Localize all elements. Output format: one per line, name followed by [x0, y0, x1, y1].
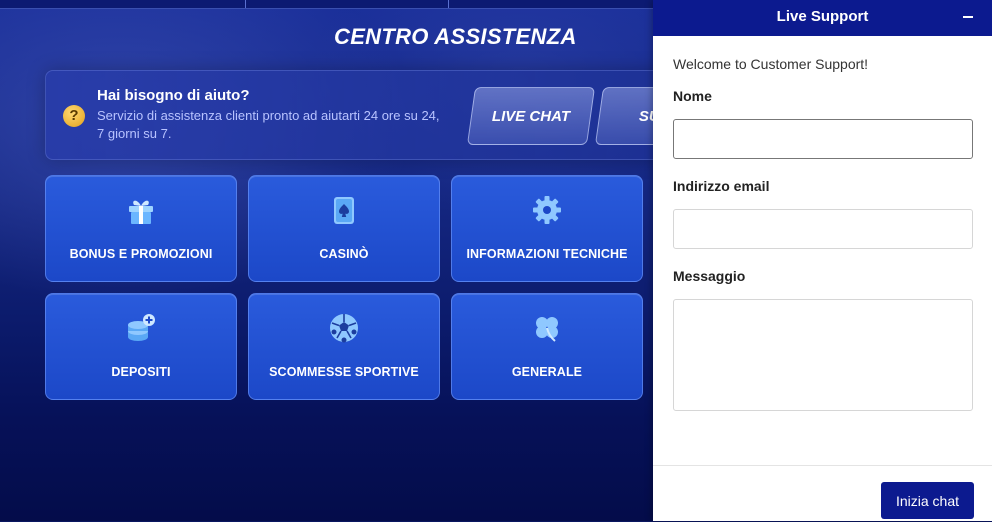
category-card-bonus[interactable]: BONUS E PROMOZIONI: [45, 175, 237, 282]
help-banner: ? Hai bisogno di aiuto? Servizio di assi…: [45, 70, 724, 160]
top-nav-strip: [0, 0, 660, 9]
category-label: DEPOSITI: [111, 365, 171, 379]
live-chat-label: LIVE CHAT: [491, 107, 571, 125]
name-label: Nome: [673, 88, 712, 104]
start-chat-button[interactable]: Inizia chat: [881, 482, 974, 519]
playing-card-icon: [334, 197, 354, 224]
email-label: Indirizzo email: [673, 178, 770, 194]
category-card-casino[interactable]: CASINÒ: [248, 175, 440, 282]
category-card-sports[interactable]: SCOMMESSE SPORTIVE: [248, 293, 440, 400]
live-support-panel: Live Support Welcome to Customer Support…: [653, 0, 992, 521]
gift-icon: [129, 200, 153, 224]
message-textarea[interactable]: [673, 299, 973, 411]
help-title: Hai bisogno di aiuto?: [97, 87, 250, 104]
category-card-general[interactable]: GENERALE: [451, 293, 643, 400]
chat-footer: Inizia chat: [653, 465, 992, 522]
question-icon: ?: [63, 105, 85, 127]
category-label: CASINÒ: [319, 247, 369, 261]
clover-icon: [536, 317, 558, 342]
name-input[interactable]: [673, 119, 973, 159]
category-label: BONUS E PROMOZIONI: [69, 247, 213, 261]
category-card-deposits[interactable]: DEPOSITI: [45, 293, 237, 400]
coins-add-icon: [128, 314, 155, 341]
live-chat-button[interactable]: LIVE CHAT: [466, 87, 596, 145]
help-text: Servizio di assistenza clienti pronto ad…: [97, 108, 440, 141]
category-label: GENERALE: [511, 365, 583, 379]
chat-title: Live Support: [776, 8, 869, 25]
page-title: CENTRO ASSISTENZA: [334, 24, 577, 49]
chat-header: Live Support: [653, 0, 992, 36]
category-card-technical[interactable]: INFORMAZIONI TECNICHE: [451, 175, 643, 282]
category-label: INFORMAZIONI TECNICHE: [466, 247, 628, 261]
category-label: SCOMMESSE SPORTIVE: [269, 365, 419, 379]
message-label: Messaggio: [673, 268, 746, 284]
gear-icon: [533, 196, 561, 224]
welcome-message: Welcome to Customer Support!: [673, 56, 869, 72]
soccer-ball-icon: [330, 314, 358, 343]
email-input[interactable]: [673, 209, 973, 249]
minimize-icon[interactable]: [958, 6, 978, 26]
